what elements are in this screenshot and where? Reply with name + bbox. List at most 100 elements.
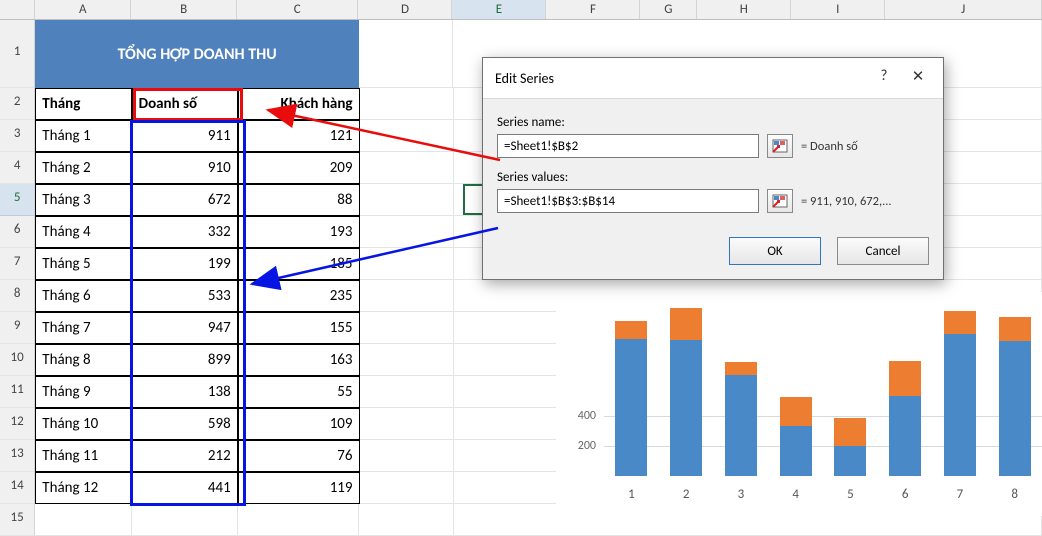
row-number-4[interactable]: 4: [0, 152, 35, 184]
row-number-15[interactable]: 15: [0, 504, 35, 536]
cell-B12[interactable]: 598: [132, 408, 238, 440]
ok-button[interactable]: OK: [729, 237, 821, 265]
cell-B9[interactable]: 947: [132, 312, 238, 344]
cell-C9[interactable]: 155: [238, 312, 360, 344]
cell-D2[interactable]: [360, 88, 454, 120]
cell-B6[interactable]: 332: [132, 216, 238, 248]
bar-seg-blue: [999, 341, 1031, 476]
row-number-13[interactable]: 13: [0, 440, 35, 472]
close-button[interactable]: ✕: [901, 66, 935, 90]
cell-B5[interactable]: 672: [132, 184, 238, 216]
cell-B8[interactable]: 533: [132, 280, 238, 312]
cell-B7[interactable]: 199: [132, 248, 238, 280]
header-thang[interactable]: Tháng: [35, 88, 131, 120]
row-number-5[interactable]: 5: [0, 184, 35, 216]
cell-C15[interactable]: [238, 504, 360, 536]
col-header-A[interactable]: A: [35, 0, 131, 19]
col-header-E[interactable]: E: [452, 0, 546, 19]
cell-D15[interactable]: [359, 504, 453, 536]
cell-A13[interactable]: Tháng 11: [35, 440, 131, 472]
bar-seg-blue: [725, 375, 757, 476]
row-number-1[interactable]: 1: [0, 20, 35, 88]
range-picker-name-button[interactable]: [767, 134, 793, 158]
cell-D11[interactable]: [360, 376, 454, 408]
cell-D6[interactable]: [360, 216, 454, 248]
cell-B15[interactable]: [132, 504, 238, 536]
cell-D3[interactable]: [360, 120, 454, 152]
cell-A5[interactable]: Tháng 3: [35, 184, 131, 216]
row-number-9[interactable]: 9: [0, 312, 35, 344]
cell-B14[interactable]: 441: [132, 472, 238, 504]
col-header-C[interactable]: C: [237, 0, 358, 19]
cell-B10[interactable]: 899: [132, 344, 238, 376]
embedded-chart[interactable]: 200400 12345678: [556, 292, 1042, 516]
x-tick-label: 1: [628, 487, 635, 502]
cell-B4[interactable]: 910: [132, 152, 238, 184]
cell-B3[interactable]: 911: [132, 120, 238, 152]
cell-C6[interactable]: 193: [238, 216, 360, 248]
cell-C4[interactable]: 209: [238, 152, 360, 184]
row-number-11[interactable]: 11: [0, 376, 35, 408]
help-button[interactable]: ?: [867, 66, 901, 90]
bar-2: [670, 308, 702, 476]
col-header-H[interactable]: H: [697, 0, 791, 19]
cell-A9[interactable]: Tháng 7: [35, 312, 131, 344]
chart-x-axis: 12345678: [604, 487, 1042, 502]
cell-D12[interactable]: [360, 408, 454, 440]
cell-A8[interactable]: Tháng 6: [35, 280, 131, 312]
cell-A3[interactable]: Tháng 1: [35, 120, 131, 152]
cell-A4[interactable]: Tháng 2: [35, 152, 131, 184]
row-number-12[interactable]: 12: [0, 408, 35, 440]
cell-C3[interactable]: 121: [238, 120, 360, 152]
cell-D5[interactable]: [360, 184, 454, 216]
row-number-6[interactable]: 6: [0, 216, 35, 248]
cell-C12[interactable]: 109: [238, 408, 360, 440]
col-header-I[interactable]: I: [791, 0, 885, 19]
cell-C10[interactable]: 163: [238, 344, 360, 376]
cell-A11[interactable]: Tháng 9: [35, 376, 131, 408]
cell-A14[interactable]: Tháng 12: [35, 472, 131, 504]
title-text: TỔNG HỢP DOANH THU: [118, 45, 277, 64]
cell-B11[interactable]: 138: [132, 376, 238, 408]
range-picker-values-button[interactable]: [767, 189, 793, 213]
cell-D14[interactable]: [360, 472, 454, 504]
cell-D7[interactable]: [360, 248, 454, 280]
col-header-J[interactable]: J: [885, 0, 1042, 19]
cell-A15[interactable]: [35, 504, 131, 536]
cell-D9[interactable]: [360, 312, 454, 344]
series-name-input[interactable]: [497, 134, 759, 158]
cell-A6[interactable]: Tháng 4: [35, 216, 131, 248]
col-header-B[interactable]: B: [131, 0, 237, 19]
cell-D13[interactable]: [360, 440, 454, 472]
cell-C7[interactable]: 185: [238, 248, 360, 280]
cell-D10[interactable]: [360, 344, 454, 376]
header-doanhso[interactable]: Doanh số: [132, 88, 238, 120]
cell-B13[interactable]: 212: [132, 440, 238, 472]
row-number-8[interactable]: 8: [0, 280, 35, 312]
cell-A12[interactable]: Tháng 10: [35, 408, 131, 440]
header-khachhang[interactable]: Khách hàng: [238, 88, 360, 120]
cell-C14[interactable]: 119: [238, 472, 360, 504]
cell-D8[interactable]: [360, 280, 454, 312]
cell-A10[interactable]: Tháng 8: [35, 344, 131, 376]
cell-C5[interactable]: 88: [238, 184, 360, 216]
bar-seg-blue: [780, 426, 812, 476]
select-all-corner[interactable]: [0, 0, 35, 19]
cell-D4[interactable]: [360, 152, 454, 184]
cell-C11[interactable]: 55: [238, 376, 360, 408]
col-header-F[interactable]: F: [546, 0, 640, 19]
cell-C13[interactable]: 76: [238, 440, 360, 472]
cancel-button[interactable]: Cancel: [837, 237, 929, 265]
col-header-G[interactable]: G: [640, 0, 697, 19]
cell-C8[interactable]: 235: [238, 280, 360, 312]
row-number-3[interactable]: 3: [0, 120, 35, 152]
row-number-14[interactable]: 14: [0, 472, 35, 504]
row-number-2[interactable]: 2: [0, 88, 35, 120]
col-header-D[interactable]: D: [358, 0, 452, 19]
row-number-7[interactable]: 7: [0, 248, 35, 280]
series-values-input[interactable]: [497, 189, 759, 213]
row-number-10[interactable]: 10: [0, 344, 35, 376]
cell-A7[interactable]: Tháng 5: [35, 248, 131, 280]
dialog-titlebar[interactable]: Edit Series ? ✕: [483, 58, 943, 99]
cell-D1[interactable]: [359, 20, 453, 88]
